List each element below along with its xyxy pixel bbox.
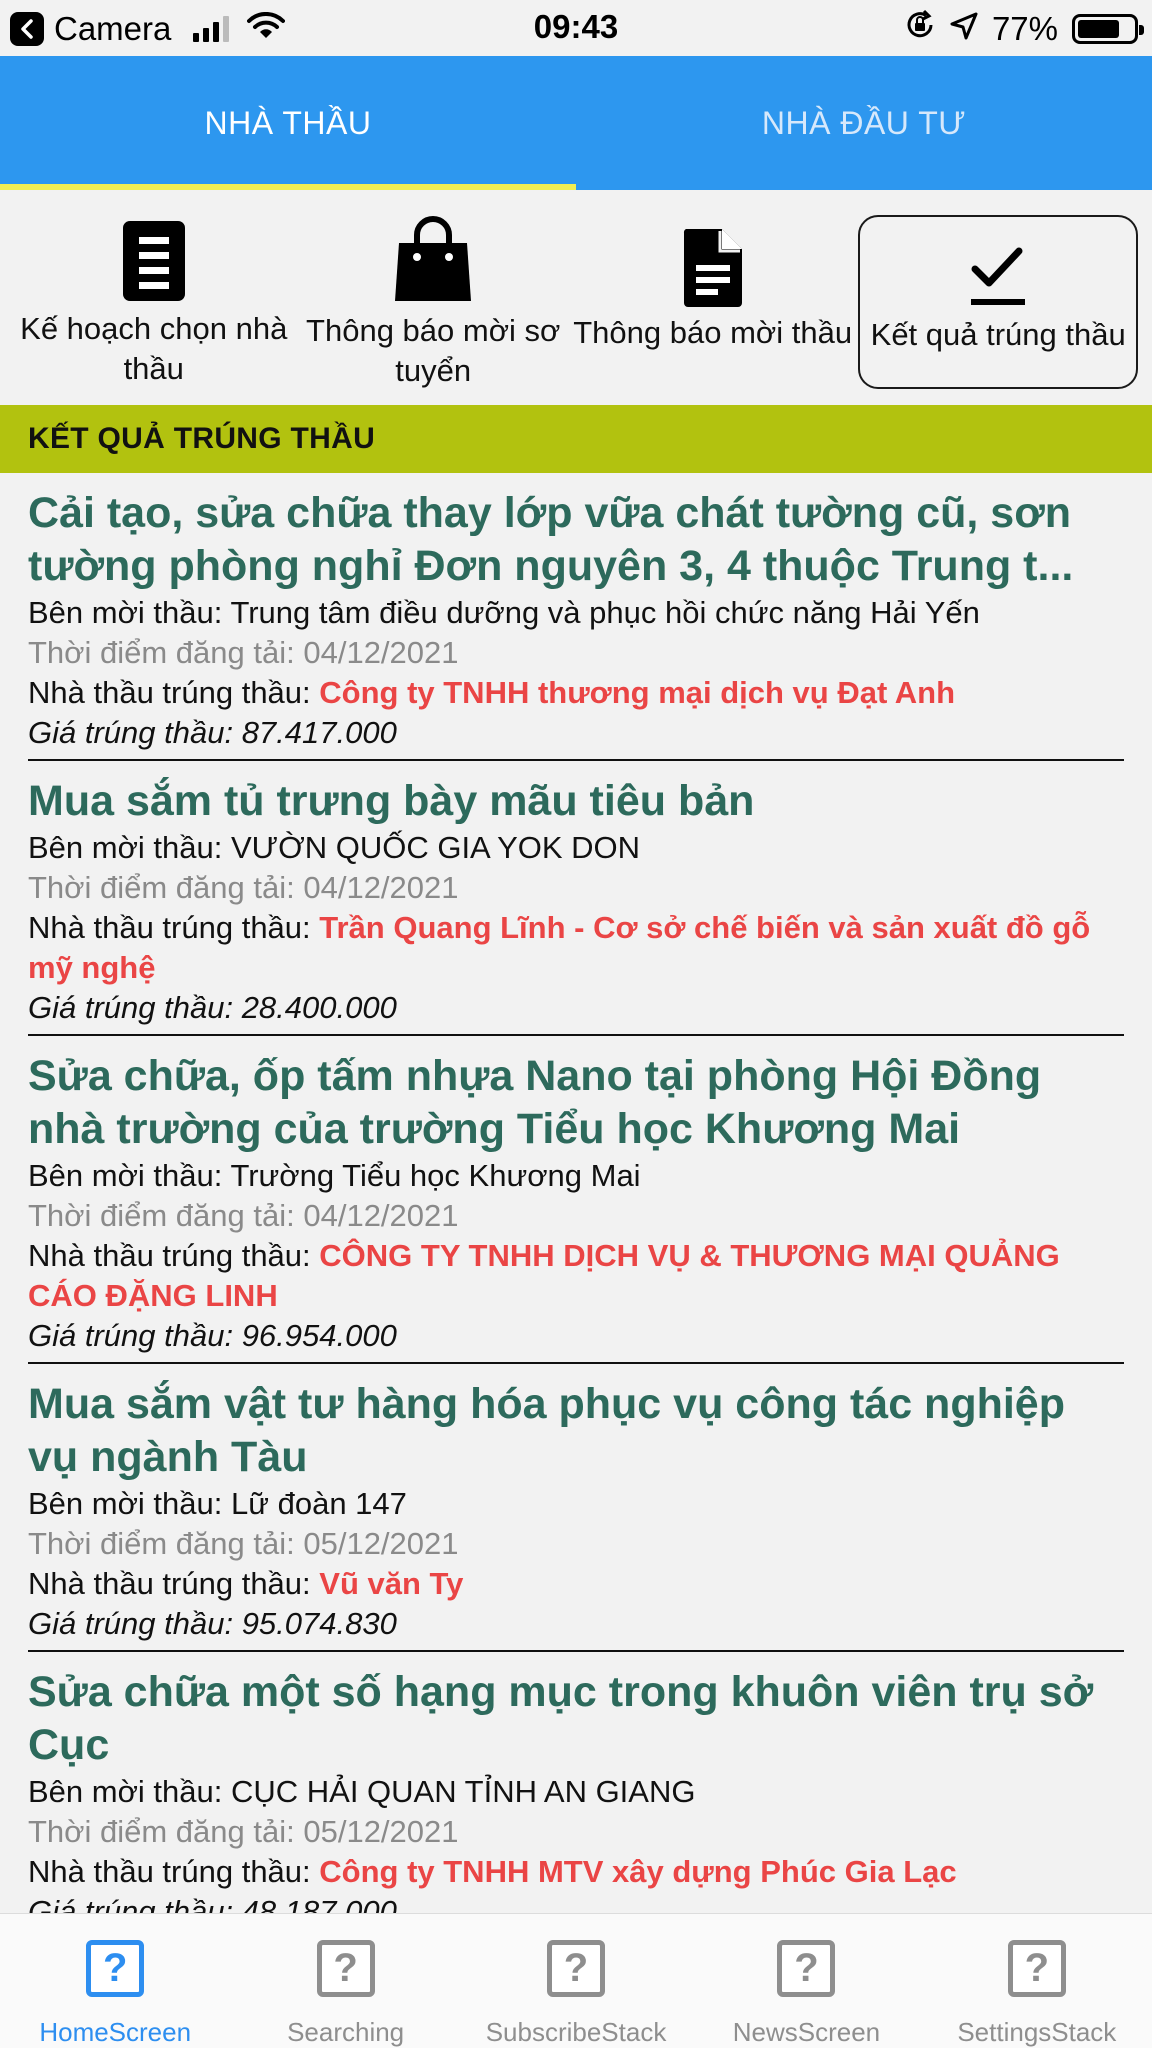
list-item[interactable]: Mua sắm vật tư hàng hóa phục vụ công tác… bbox=[28, 1364, 1124, 1652]
bottom-tab-bar: ? HomeScreen ? Searching ? SubscribeStac… bbox=[0, 1913, 1152, 2048]
nav-subscribe[interactable]: ? SubscribeStack bbox=[461, 1914, 691, 2048]
item-price: Giá trúng thầu: 28.400.000 bbox=[28, 990, 397, 1025]
battery-percent: 77% bbox=[991, 10, 1058, 47]
list-item[interactable]: Sửa chữa, ốp tấm nhựa Nano tại phòng Hội… bbox=[28, 1036, 1124, 1364]
category-label: Thông báo mời thầu bbox=[573, 315, 853, 350]
category-label: Thông báo mời sơ tuyển bbox=[306, 313, 561, 388]
document-list-icon bbox=[121, 215, 187, 303]
item-inviter: Bên mời thầu: Trường Tiểu học Khương Mai bbox=[28, 1158, 641, 1193]
tab-nha-dau-tu[interactable]: NHÀ ĐẦU TƯ bbox=[576, 56, 1152, 190]
file-text-icon bbox=[682, 215, 744, 307]
item-posted-date: Thời điểm đăng tải: 05/12/2021 bbox=[28, 1526, 459, 1561]
top-tab-bar: NHÀ THẦU NHÀ ĐẦU TƯ bbox=[0, 56, 1152, 190]
shopping-bag-icon bbox=[393, 215, 473, 305]
category-label: Kết quả trúng thầu bbox=[870, 317, 1126, 352]
item-inviter: Bên mời thầu: CỤC HẢI QUAN TỈNH AN GIANG bbox=[28, 1774, 696, 1809]
item-title[interactable]: Mua sắm vật tư hàng hóa phục vụ công tác… bbox=[28, 1378, 1124, 1484]
nav-searching[interactable]: ? Searching bbox=[230, 1914, 460, 2048]
item-posted-date: Thời điểm đăng tải: 05/12/2021 bbox=[28, 1814, 459, 1849]
category-row: Kế hoạch chọn nhà thầu Thông báo mời sơ … bbox=[0, 190, 1152, 405]
nav-label: Searching bbox=[287, 2017, 405, 2047]
item-winner: Nhà thầu trúng thầu: Trần Quang Lĩnh - C… bbox=[28, 910, 1091, 985]
item-title[interactable]: Sửa chữa, ốp tấm nhựa Nano tại phòng Hội… bbox=[28, 1050, 1124, 1156]
item-posted-date: Thời điểm đăng tải: 04/12/2021 bbox=[28, 635, 459, 670]
category-so-tuyen[interactable]: Thông báo mời sơ tuyển bbox=[293, 215, 572, 389]
category-ke-hoach[interactable]: Kế hoạch chọn nhà thầu bbox=[14, 215, 293, 389]
item-posted-date: Thời điểm đăng tải: 04/12/2021 bbox=[28, 870, 459, 905]
item-inviter: Bên mời thầu: VƯỜN QUỐC GIA YOK DON bbox=[28, 830, 641, 865]
check-icon bbox=[969, 217, 1027, 309]
item-price: Giá trúng thầu: 87.417.000 bbox=[28, 715, 397, 750]
list-item[interactable]: Cải tạo, sửa chữa thay lớp vữa chát tườn… bbox=[28, 473, 1124, 761]
item-winner: Nhà thầu trúng thầu: Công ty TNHH thương… bbox=[28, 675, 956, 710]
item-inviter: Bên mời thầu: Lữ đoàn 147 bbox=[28, 1486, 407, 1521]
results-list: Cải tạo, sửa chữa thay lớp vữa chát tườn… bbox=[0, 473, 1152, 1913]
item-price: Giá trúng thầu: 48.187.000 bbox=[28, 1894, 397, 1913]
orientation-lock-icon bbox=[904, 9, 936, 49]
item-title[interactable]: Sửa chữa một số hạng mục trong khuôn viê… bbox=[28, 1666, 1124, 1772]
item-price: Giá trúng thầu: 95.074.830 bbox=[28, 1606, 397, 1641]
nav-news[interactable]: ? NewsScreen bbox=[691, 1914, 921, 2048]
item-inviter: Bên mời thầu: Trung tâm điều dưỡng và ph… bbox=[28, 595, 980, 630]
item-winner: Nhà thầu trúng thầu: Công ty TNHH MTV xâ… bbox=[28, 1854, 957, 1889]
list-item[interactable]: Mua sắm tủ trưng bày mãu tiêu bản Bên mờ… bbox=[28, 761, 1124, 1036]
battery-icon bbox=[1072, 14, 1144, 44]
category-ket-qua[interactable]: Kết quả trúng thầu bbox=[858, 215, 1138, 389]
placeholder-question-icon: ? bbox=[1007, 1940, 1066, 1997]
status-bar: Camera 09:43 77% bbox=[0, 0, 1152, 56]
item-winner: Nhà thầu trúng thầu: CÔNG TY TNHH DỊCH V… bbox=[28, 1238, 1060, 1313]
placeholder-question-icon: ? bbox=[86, 1940, 145, 1997]
nav-home[interactable]: ? HomeScreen bbox=[0, 1914, 230, 2048]
list-item[interactable]: Sửa chữa một số hạng mục trong khuôn viê… bbox=[28, 1652, 1124, 1913]
placeholder-question-icon: ? bbox=[316, 1940, 375, 1997]
location-arrow-icon bbox=[950, 10, 978, 48]
nav-settings[interactable]: ? SettingsStack bbox=[922, 1914, 1152, 2048]
item-winner: Nhà thầu trúng thầu: Vũ văn Ty bbox=[28, 1566, 464, 1601]
placeholder-question-icon: ? bbox=[777, 1940, 836, 1997]
item-title[interactable]: Cải tạo, sửa chữa thay lớp vữa chát tườn… bbox=[28, 487, 1124, 593]
category-moi-thau[interactable]: Thông báo mời thầu bbox=[573, 215, 852, 389]
item-title[interactable]: Mua sắm tủ trưng bày mãu tiêu bản bbox=[28, 775, 1124, 828]
section-title: KẾT QUẢ TRÚNG THẦU bbox=[0, 405, 1152, 473]
item-price: Giá trúng thầu: 96.954.000 bbox=[28, 1318, 397, 1353]
nav-label: HomeScreen bbox=[39, 2017, 192, 2047]
nav-label: SettingsStack bbox=[957, 2017, 1117, 2047]
nav-label: SubscribeStack bbox=[485, 2017, 667, 2047]
placeholder-question-icon: ? bbox=[547, 1940, 606, 1997]
nav-label: NewsScreen bbox=[732, 2017, 881, 2047]
tab-nha-thau[interactable]: NHÀ THẦU bbox=[0, 56, 576, 190]
category-label: Kế hoạch chọn nhà thầu bbox=[20, 311, 288, 386]
item-posted-date: Thời điểm đăng tải: 04/12/2021 bbox=[28, 1198, 459, 1233]
